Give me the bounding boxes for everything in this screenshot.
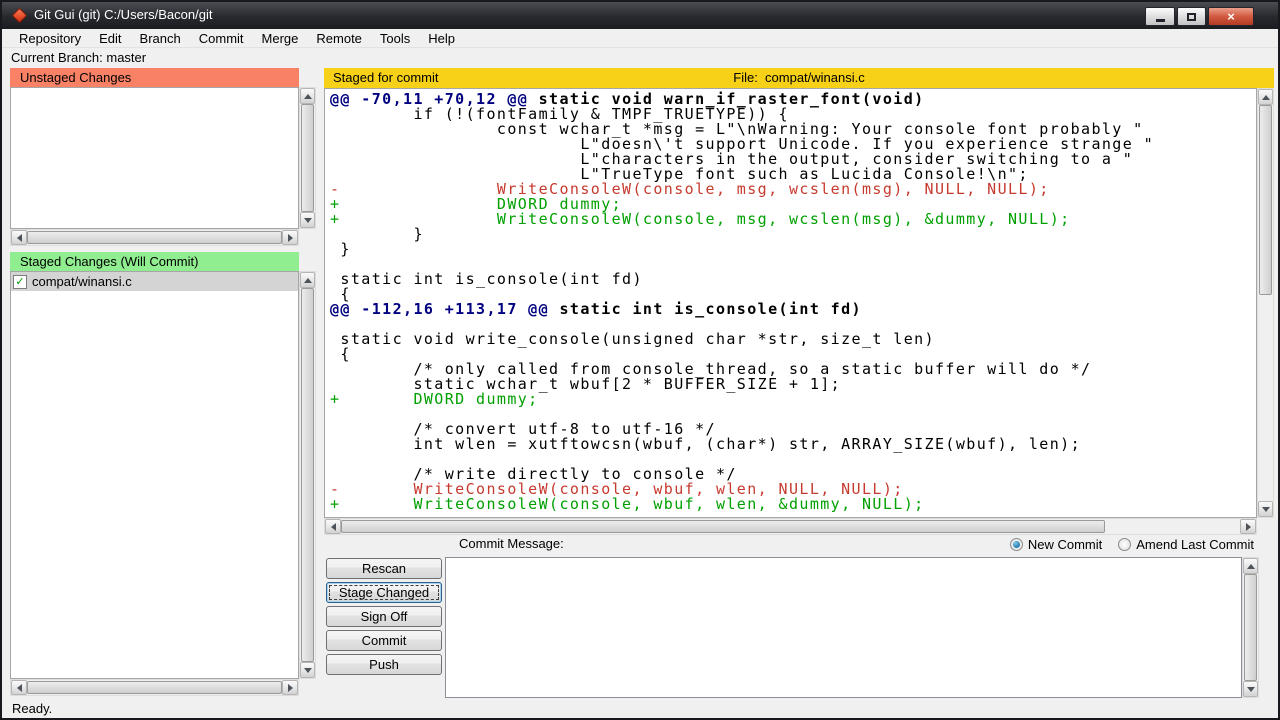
staged-file-name: compat/winansi.c [32,274,132,289]
diff-line: int wlen = xutftowcsn(wbuf, (char*) str,… [330,437,1256,452]
scroll-up-icon[interactable] [300,88,315,104]
git-gui-window: Git Gui (git) C:/Users/Bacon/git × Repos… [0,0,1280,720]
scrollbar-track[interactable] [341,519,1240,534]
radio-new-commit[interactable]: New Commit [1010,537,1102,552]
scrollbar-thumb[interactable] [301,104,314,212]
commit-button[interactable]: Commit [326,630,442,651]
radio-label: Amend Last Commit [1136,537,1254,552]
scroll-down-icon[interactable] [300,212,315,228]
scroll-right-icon[interactable] [282,680,298,695]
scroll-left-icon[interactable] [11,680,27,695]
scrollbar-track[interactable] [300,104,315,212]
commit-vertical-scrollbar[interactable] [1242,557,1259,698]
scrollbar-track[interactable] [1243,574,1258,681]
staged-vertical-scrollbar[interactable] [299,271,316,679]
unstaged-vertical-scrollbar[interactable] [299,87,316,229]
unstaged-file-list[interactable] [10,87,299,229]
scrollbar-thumb[interactable] [27,681,282,694]
diff-view[interactable]: @@ -70,11 +70,12 @@ static void warn_if_… [324,88,1257,518]
menu-item-repository[interactable]: Repository [10,29,90,48]
scrollbar-track[interactable] [1258,105,1273,501]
menu-item-edit[interactable]: Edit [90,29,130,48]
scrollbar-track[interactable] [300,288,315,662]
scroll-up-icon[interactable] [1243,558,1258,574]
scroll-down-icon[interactable] [1243,681,1258,697]
scroll-left-icon[interactable] [325,519,341,534]
status-bar: Ready. [12,701,52,716]
maximize-icon [1187,13,1196,21]
stage-changed-button[interactable]: Stage Changed [326,582,442,603]
scroll-down-icon[interactable] [1258,501,1273,517]
diff-line: + DWORD dummy; [330,392,1256,407]
menu-item-branch[interactable]: Branch [131,29,190,48]
diff-line: + WriteConsoleW(console, wbuf, wlen, &du… [330,497,1256,512]
radio-button-icon[interactable] [1010,538,1023,551]
diff-line: static void write_console(unsigned char … [330,332,1256,347]
staged-file-list[interactable]: ✓ compat/winansi.c [10,271,299,679]
diff-line: static int is_console(int fd) [330,272,1256,287]
action-buttons: Rescan Stage Changed Sign Off Commit Push [326,558,442,675]
radio-amend-last-commit[interactable]: Amend Last Commit [1118,537,1254,552]
menu-item-remote[interactable]: Remote [307,29,371,48]
scrollbar-thumb[interactable] [1259,105,1272,295]
window-controls: × [1145,7,1254,26]
radio-label: New Commit [1028,537,1102,552]
unstaged-horizontal-scrollbar[interactable] [10,229,299,246]
titlebar[interactable]: Git Gui (git) C:/Users/Bacon/git × [2,2,1278,29]
menubar: RepositoryEditBranchCommitMergeRemoteToo… [2,29,1278,48]
scroll-right-icon[interactable] [1240,519,1256,534]
menu-item-commit[interactable]: Commit [190,29,253,48]
menu-item-help[interactable]: Help [419,29,464,48]
diff-file-label: File: compat/winansi.c [324,68,1274,88]
push-button[interactable]: Push [326,654,442,675]
unstaged-changes-header: Unstaged Changes [10,68,299,87]
scrollbar-thumb[interactable] [1244,574,1257,681]
maximize-button[interactable] [1177,7,1206,26]
staged-changes-header: Staged Changes (Will Commit) [10,252,299,271]
commit-message-label: Commit Message: [459,536,564,551]
sign-off-button[interactable]: Sign Off [326,606,442,627]
window-title: Git Gui (git) C:/Users/Bacon/git [34,2,212,28]
scrollbar-thumb[interactable] [301,288,314,662]
staged-check-icon: ✓ [13,275,27,289]
menu-item-merge[interactable]: Merge [253,29,308,48]
current-branch-label: Current Branch: master [2,49,1278,67]
radio-button-icon[interactable] [1118,538,1131,551]
diff-line: @@ -112,16 +113,17 @@ static int is_cons… [330,302,1256,317]
menu-item-tools[interactable]: Tools [371,29,419,48]
diff-line: } [330,227,1256,242]
commit-type-radios: New Commit Amend Last Commit [1010,534,1254,554]
diff-line: } [330,242,1256,257]
staged-horizontal-scrollbar[interactable] [10,679,299,696]
diff-vertical-scrollbar[interactable] [1257,88,1274,518]
scrollbar-track[interactable] [27,230,282,245]
close-icon: × [1227,9,1235,24]
scroll-up-icon[interactable] [1258,89,1273,105]
close-button[interactable]: × [1208,7,1254,26]
git-gui-app-icon [12,8,28,24]
diff-line: + WriteConsoleW(console, msg, wcslen(msg… [330,212,1256,227]
rescan-button[interactable]: Rescan [326,558,442,579]
commit-message-input[interactable] [445,557,1242,698]
scroll-right-icon[interactable] [282,230,298,245]
scroll-up-icon[interactable] [300,272,315,288]
scrollbar-thumb[interactable] [341,520,1105,533]
diff-header: Staged for commit File: compat/winansi.c [324,68,1274,88]
diff-horizontal-scrollbar[interactable] [324,518,1257,535]
scroll-left-icon[interactable] [11,230,27,245]
minimize-button[interactable] [1145,7,1175,26]
scroll-down-icon[interactable] [300,662,315,678]
scrollbar-thumb[interactable] [27,231,282,244]
scrollbar-track[interactable] [27,680,282,695]
minimize-icon [1156,19,1165,22]
staged-file-row[interactable]: ✓ compat/winansi.c [11,272,298,291]
